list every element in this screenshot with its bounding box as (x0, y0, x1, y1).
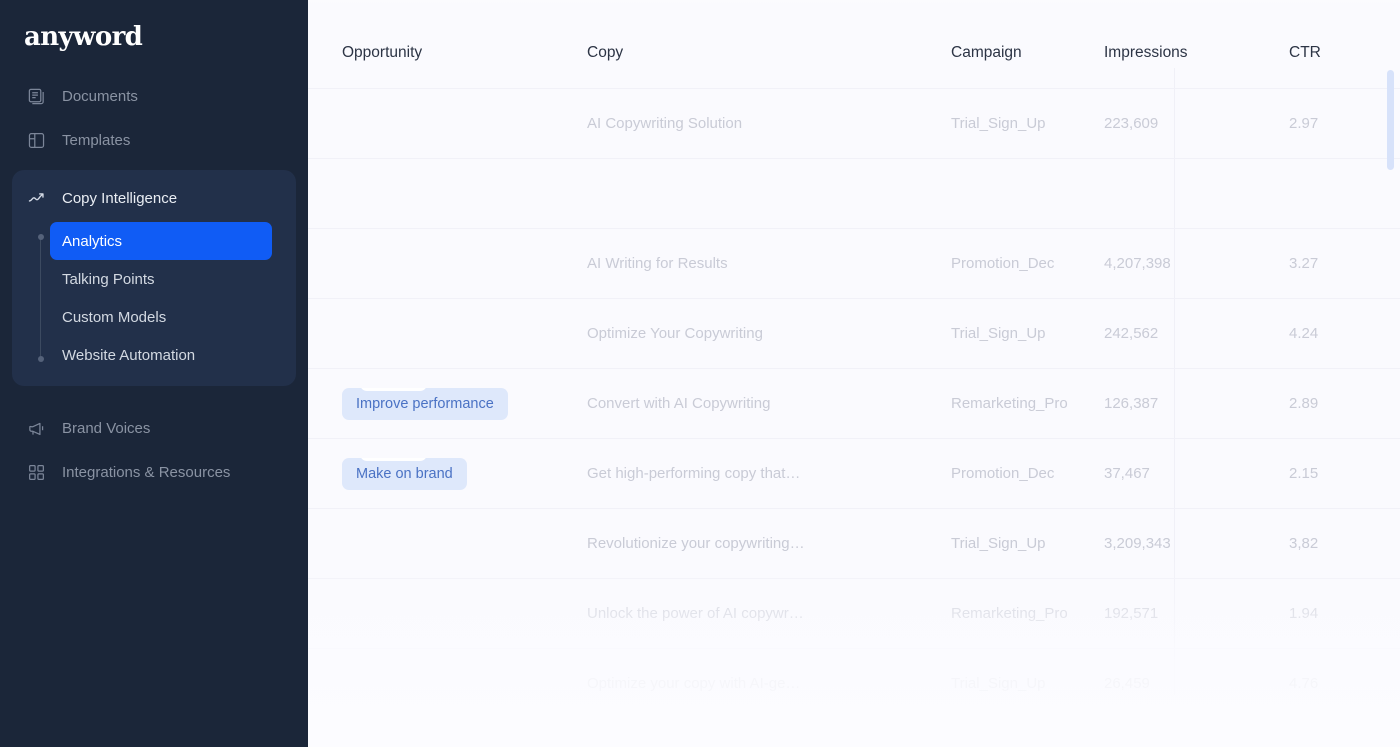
subnav-rail (40, 236, 41, 360)
documents-icon (26, 86, 46, 106)
cell-campaign: Remarketing_Pro (909, 605, 1104, 622)
sidebar-subitem-label: Custom Models (62, 309, 166, 326)
table-header-row: Opportunity Copy Campaign Impressions CT… (308, 0, 1400, 88)
column-header-ctr[interactable]: CTR (1289, 44, 1369, 62)
cell-copy: Optimize Your Copywriting (587, 325, 909, 342)
opportunity-kicker-label: opportunity (360, 388, 427, 391)
cell-campaign: Trial_Sign_Up (909, 535, 1104, 552)
table-row[interactable]: Optimize your copy with AI-ge…Trial_Sign… (308, 648, 1400, 718)
sidebar-item-label: Templates (62, 132, 130, 149)
cell-impressions: 37,467 (1104, 465, 1289, 482)
megaphone-icon (26, 418, 46, 438)
column-header-campaign[interactable]: Campaign (909, 44, 1104, 62)
column-header-copy[interactable]: Copy (587, 44, 909, 62)
cell-copy: Optimize your copy with AI-ge… (587, 675, 909, 692)
cell-copy: AI Copywriting Solution (587, 115, 909, 132)
cell-copy: Unlock the power of AI copywr… (587, 605, 909, 622)
cell-impressions: 242,562 (1104, 325, 1289, 342)
column-header-impressions[interactable]: Impressions (1104, 44, 1289, 62)
sidebar-item-label: Copy Intelligence (62, 190, 177, 207)
cell-campaign: Trial_Sign_Up (909, 675, 1104, 692)
sidebar-item-templates[interactable]: Templates (0, 118, 308, 162)
cell-impressions: 126,387 (1104, 395, 1289, 412)
sidebar-item-documents[interactable]: Documents (0, 74, 308, 118)
app-logo[interactable]: anyword (0, 18, 308, 56)
grid-squares-icon (26, 462, 46, 482)
sidebar-item-website-automation[interactable]: Website Automation (50, 336, 272, 374)
cell-copy: Convert with AI Copywriting (587, 395, 909, 412)
trending-up-icon (26, 188, 46, 208)
app-root: anyword Documents (0, 0, 1400, 747)
cell-campaign: Remarketing_Pro (909, 395, 1104, 412)
analytics-table: Opportunity Copy Campaign Impressions CT… (308, 0, 1400, 747)
cell-ctr: 4.24 (1289, 325, 1369, 342)
sidebar-item-copy-intelligence[interactable]: Copy Intelligence (12, 176, 296, 220)
sidebar-item-label: Integrations & Resources (62, 464, 230, 481)
opportunity-kicker-label: opportunity (360, 458, 427, 461)
cell-ctr: 2.89 (1289, 395, 1369, 412)
table-row[interactable]: opportunityImprove performance Convert wi… (308, 368, 1400, 438)
cell-impressions: 3,209,343 (1104, 535, 1289, 552)
cell-impressions: 192,571 (1104, 605, 1289, 622)
table-row[interactable]: Unlock the power of AI copywr…Remarketin… (308, 578, 1400, 648)
scrollbar-thumb[interactable] (1387, 70, 1394, 170)
sidebar-item-label: Documents (62, 88, 138, 105)
cell-copy: Revolutionize your copywriting… (587, 535, 909, 552)
cell-opportunity: opportunityMake on brand (342, 458, 587, 490)
opportunity-pill-label: Improve performance (342, 388, 508, 420)
sidebar-item-custom-models[interactable]: Custom Models (50, 298, 272, 336)
opportunity-pill-label: Make on brand (342, 458, 467, 490)
sidebar: anyword Documents (0, 0, 308, 747)
table-body: AI Copywriting SolutionTrial_Sign_Up223,… (308, 88, 1400, 718)
cell-impressions: 4,207,398 (1104, 255, 1289, 272)
opportunity-badge[interactable]: opportunityMake on brand (342, 458, 467, 490)
sidebar-subitem-label: Website Automation (62, 347, 195, 364)
sidebar-bottom-nav: Brand Voices Integrations & Resources (0, 406, 308, 494)
sidebar-subitem-label: Talking Points (62, 271, 155, 288)
primary-nav: Documents Templates (0, 74, 308, 494)
templates-icon (26, 130, 46, 150)
cell-campaign: Promotion_Dec (909, 255, 1104, 272)
opportunity-badge[interactable]: opportunityImprove performance (342, 388, 508, 420)
sidebar-subnav: Analytics Talking Points Custom Models W… (12, 220, 296, 374)
cell-ctr: 4.76 (1289, 675, 1369, 692)
column-header-opportunity[interactable]: Opportunity (342, 44, 587, 62)
sidebar-item-brand-voices[interactable]: Brand Voices (0, 406, 308, 450)
sidebar-item-integrations-resources[interactable]: Integrations & Resources (0, 450, 308, 494)
sidebar-item-talking-points[interactable]: Talking Points (50, 260, 272, 298)
cell-copy: Get high-performing copy that… (587, 465, 909, 482)
sidebar-item-analytics[interactable]: Analytics (50, 222, 272, 260)
cell-ctr: 2.97 (1289, 115, 1369, 132)
cell-copy: AI Writing for Results (587, 255, 909, 272)
vertical-scrollbar[interactable] (1387, 0, 1395, 747)
table-row[interactable]: AI Copywriting SolutionTrial_Sign_Up223,… (308, 88, 1400, 158)
sidebar-item-label: Brand Voices (62, 420, 150, 437)
cell-ctr: 3.27 (1289, 255, 1369, 272)
cell-ctr: 1.94 (1289, 605, 1369, 622)
table-row[interactable]: opportunityMake on brand Get high-perform… (308, 438, 1400, 508)
cell-opportunity: opportunityImprove performance (342, 388, 587, 420)
cell-campaign: Trial_Sign_Up (909, 115, 1104, 132)
cell-impressions: 223,609 (1104, 115, 1289, 132)
sidebar-group-copy-intelligence: Copy Intelligence Analytics Talking Poin… (12, 170, 296, 386)
table-row[interactable] (308, 158, 1400, 228)
cell-campaign: Promotion_Dec (909, 465, 1104, 482)
cell-ctr: 3,82 (1289, 535, 1369, 552)
table-row[interactable]: Optimize Your CopywritingTrial_Sign_Up24… (308, 298, 1400, 368)
cell-impressions: 26,459 (1104, 675, 1289, 692)
main-content: Opportunity Copy Campaign Impressions CT… (308, 0, 1400, 747)
cell-campaign: Trial_Sign_Up (909, 325, 1104, 342)
table-row[interactable]: Revolutionize your copywriting…Trial_Sig… (308, 508, 1400, 578)
table-row[interactable]: AI Writing for ResultsPromotion_Dec4,207… (308, 228, 1400, 298)
sidebar-subitem-label: Analytics (62, 233, 122, 250)
cell-ctr: 2.15 (1289, 465, 1369, 482)
